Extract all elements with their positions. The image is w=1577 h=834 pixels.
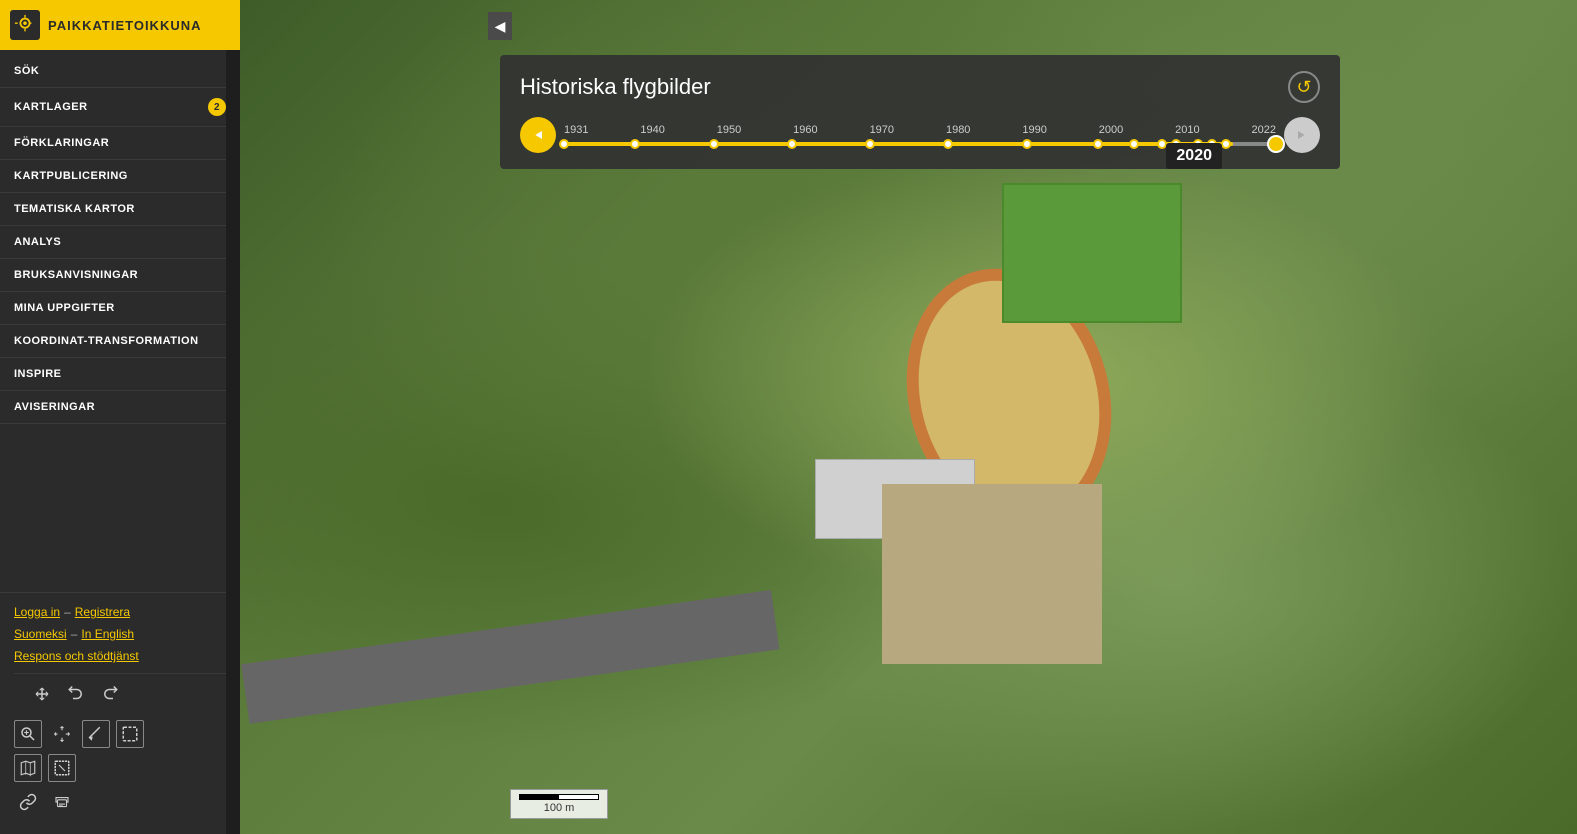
year-2010: 2010	[1175, 124, 1199, 136]
tool-link-button[interactable]	[14, 788, 42, 816]
timeline-dot-1990	[1022, 139, 1032, 149]
year-1940: 1940	[640, 124, 664, 136]
panel-header: Historiska flygbilder ↺	[520, 71, 1320, 103]
sidebar-item-bruksanvisningar[interactable]: BRUKSANVISNINGAR	[0, 259, 240, 292]
timeline-handle[interactable]	[1267, 135, 1285, 153]
scale-label: 100 m	[544, 802, 575, 814]
sidebar-item-forklaringar[interactable]: FÖRKLARINGAR	[0, 127, 240, 160]
footer-lang-links: Suomeksi – In English	[14, 627, 226, 641]
separator-1: –	[64, 605, 71, 619]
login-link[interactable]: Logga in	[14, 605, 60, 619]
timeline-dot-2000	[1093, 139, 1103, 149]
sidebar-collapse-button[interactable]: ◀	[488, 12, 512, 40]
tool-zoom-select-button[interactable]	[14, 720, 42, 748]
year-1970: 1970	[870, 124, 894, 136]
sidebar-item-sok[interactable]: SÖK	[0, 55, 240, 88]
toolbar-row-2	[14, 720, 226, 748]
sidebar-footer: Logga in – Registrera Suomeksi – In Engl…	[0, 592, 240, 834]
toolbar-row-3	[14, 754, 226, 782]
sidebar: PAIKKATIETOIKKUNA SÖK KARTLAGER 2 FÖRKLA…	[0, 0, 240, 834]
sidebar-item-inspire[interactable]: INSPIRE	[0, 358, 240, 391]
sidebar-scrollbar[interactable]	[226, 50, 240, 834]
sidebar-item-aviseringar[interactable]: AVISERINGAR	[0, 391, 240, 424]
separator-2: –	[71, 627, 78, 641]
sidebar-item-tematiska-kartor[interactable]: TEMATISKA KARTOR	[0, 193, 240, 226]
timeline-dot-1980	[943, 139, 953, 149]
toolbar-row-1	[14, 673, 226, 714]
year-2022: 2022	[1252, 124, 1276, 136]
tool-select-area-button[interactable]	[116, 720, 144, 748]
in-english-link[interactable]: In English	[81, 627, 134, 641]
app-title: PAIKKATIETOIKKUNA	[48, 18, 202, 33]
tool-redo-button[interactable]	[96, 680, 124, 708]
tool-select-button[interactable]	[48, 754, 76, 782]
sidebar-item-koordinat-transformation[interactable]: KOORDINAT-TRANSFORMATION	[0, 325, 240, 358]
tool-undo-button[interactable]	[62, 680, 90, 708]
map-area[interactable]: ◀ Historiska flygbilder ↺ 2020 1931 1940…	[240, 0, 1577, 834]
year-1960: 1960	[793, 124, 817, 136]
year-1931: 1931	[564, 124, 588, 136]
timeline-next-button[interactable]	[1284, 117, 1320, 153]
scale-line	[519, 794, 599, 800]
tool-map-button[interactable]	[14, 754, 42, 782]
year-1980: 1980	[946, 124, 970, 136]
sidebar-item-kartlager[interactable]: KARTLAGER 2	[0, 88, 240, 127]
timeline-dot-2005	[1129, 139, 1139, 149]
register-link[interactable]: Registrera	[75, 605, 130, 619]
sidebar-nav: SÖK KARTLAGER 2 FÖRKLARINGAR KARTPUBLICE…	[0, 50, 240, 592]
historic-panel: Historiska flygbilder ↺ 2020 1931 1940 1…	[500, 55, 1340, 169]
panel-title: Historiska flygbilder	[520, 74, 711, 100]
year-tooltip: 2020	[1166, 143, 1222, 169]
kartlager-badge: 2	[208, 98, 226, 116]
timeline-dot-1940	[630, 139, 640, 149]
toolbar-row-4	[14, 788, 226, 816]
timeline-dot-1960	[787, 139, 797, 149]
suomeksi-link[interactable]: Suomeksi	[14, 627, 67, 641]
footer-auth-links: Logga in – Registrera	[14, 605, 226, 619]
year-1950: 1950	[717, 124, 741, 136]
scale-bar: 100 m	[510, 789, 608, 819]
timeline-dot-1931	[559, 139, 569, 149]
construction-area	[882, 484, 1102, 664]
timeline-dot-2019	[1221, 139, 1231, 149]
support-link[interactable]: Respons och stödtjänst	[14, 649, 226, 663]
panel-close-button[interactable]: ↺	[1288, 71, 1320, 103]
tool-move-button[interactable]	[28, 680, 56, 708]
sidebar-header: PAIKKATIETOIKKUNA	[0, 0, 240, 50]
timeline-dot-1950	[709, 139, 719, 149]
year-1990: 1990	[1022, 124, 1046, 136]
sidebar-item-kartpublicering[interactable]: KARTPUBLICERING	[0, 160, 240, 193]
timeline-dot-1970	[865, 139, 875, 149]
logo-icon	[10, 10, 40, 40]
sidebar-item-analys[interactable]: ANALYS	[0, 226, 240, 259]
year-2000: 2000	[1099, 124, 1123, 136]
tool-print-button[interactable]	[48, 788, 76, 816]
timeline-years: 1931 1940 1950 1960 1970 1980 1990 2000 …	[564, 124, 1276, 136]
sidebar-item-mina-uppgifter[interactable]: MINA UPPGIFTER	[0, 292, 240, 325]
tool-pan-button[interactable]	[48, 720, 76, 748]
green-field	[1002, 183, 1182, 323]
timeline-prev-button[interactable]	[520, 117, 556, 153]
tool-measure-button[interactable]	[82, 720, 110, 748]
